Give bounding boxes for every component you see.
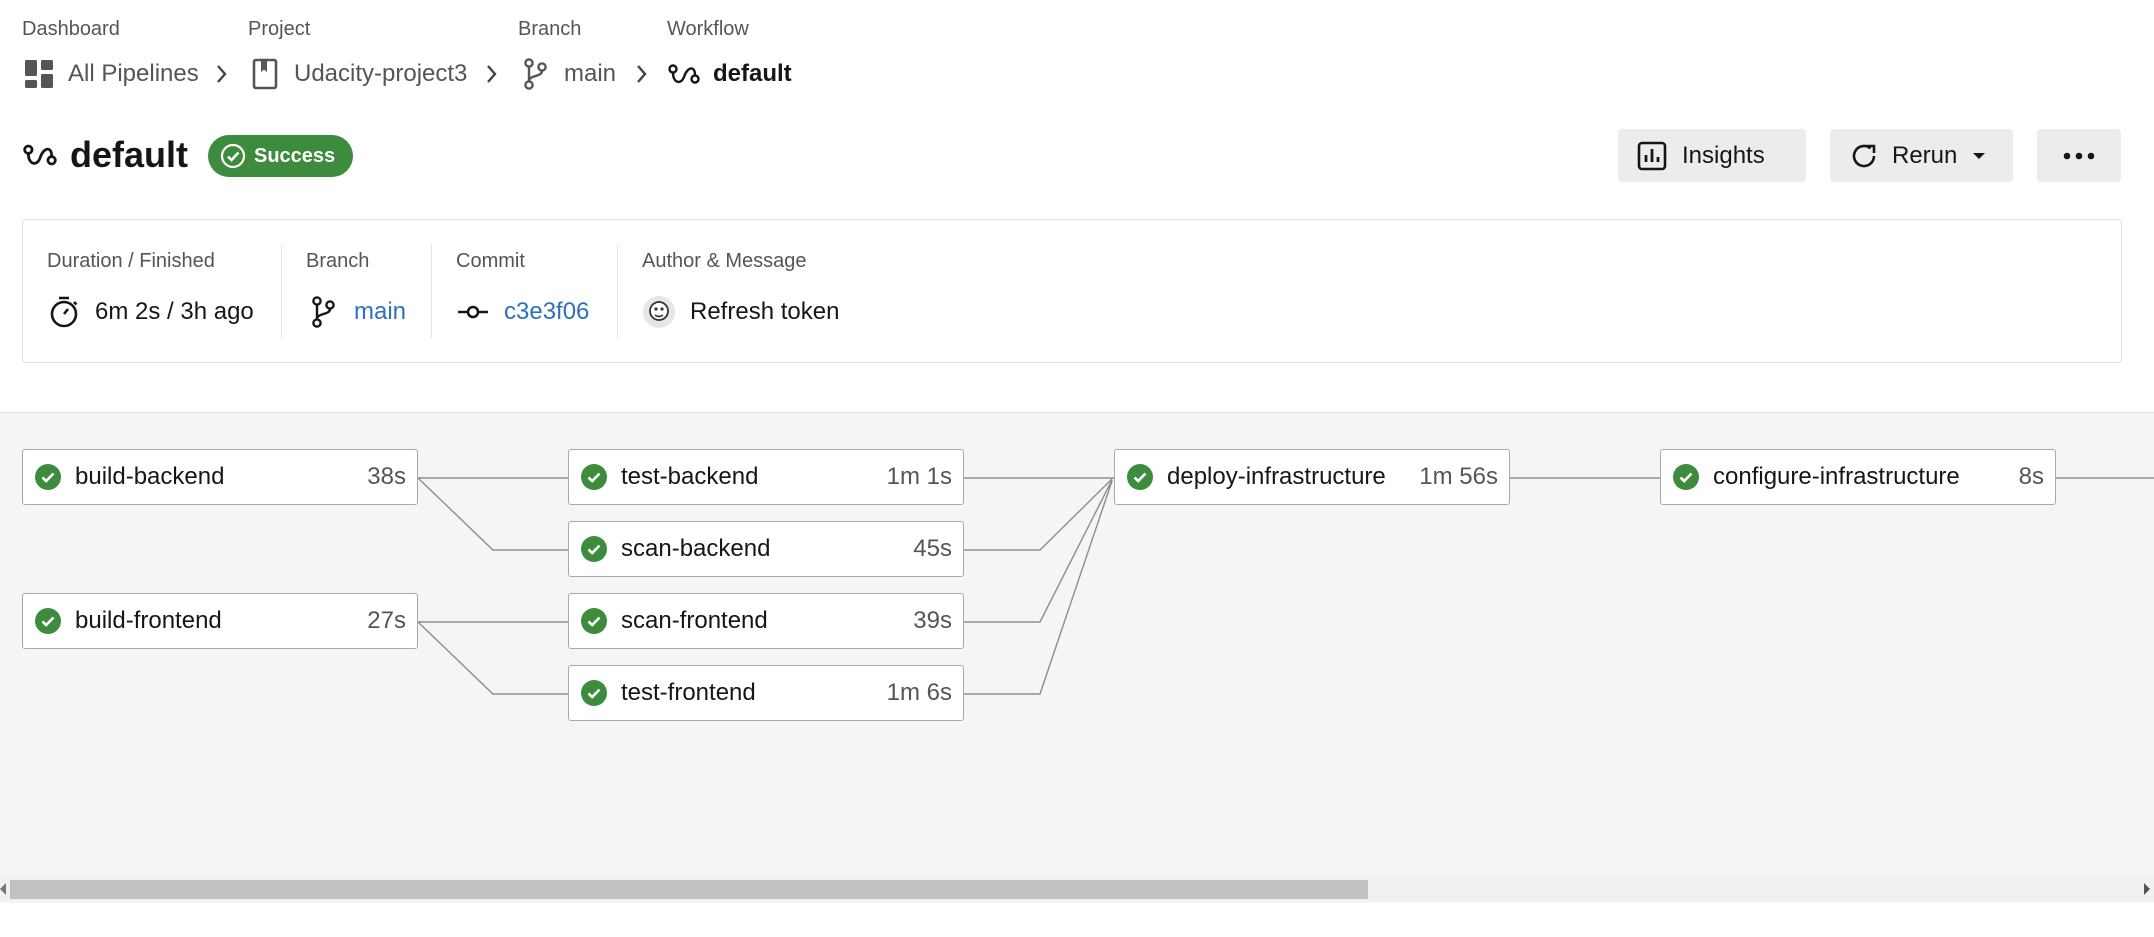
chevron-right-icon	[487, 65, 497, 83]
branch-icon	[518, 57, 552, 91]
job-build-backend[interactable]: build-backend 38s	[22, 449, 418, 505]
breadcrumb-label: default	[713, 60, 792, 87]
job-duration: 45s	[913, 535, 952, 562]
job-scan-backend[interactable]: scan-backend 45s	[568, 521, 964, 577]
insights-icon	[1637, 141, 1667, 170]
branch-label: Branch	[306, 250, 370, 272]
horizontal-scrollbar[interactable]	[0, 877, 2154, 901]
chevron-right-icon	[217, 65, 227, 83]
job-configure-infrastructure[interactable]: configure-infrastructure 8s	[1660, 449, 2056, 505]
author-message-label: Author & Message	[642, 250, 807, 272]
job-duration: 8s	[2018, 463, 2044, 490]
more-options-button[interactable]	[2037, 129, 2121, 182]
pipeline-summary-card: Duration / Finished 6m 2s / 3h ago Branc…	[22, 219, 2122, 363]
job-deploy-infrastructure[interactable]: deploy-infrastructure 1m 56s	[1114, 449, 1510, 505]
job-name: build-frontend	[75, 607, 222, 634]
success-check-icon	[581, 536, 607, 562]
job-test-frontend[interactable]: test-frontend 1m 6s	[568, 665, 964, 721]
timer-icon	[47, 295, 81, 329]
branch-link[interactable]: main	[306, 294, 406, 330]
job-duration: 38s	[367, 463, 406, 490]
breadcrumb-project[interactable]: Udacity-project3	[248, 56, 467, 92]
scroll-left-arrow-icon[interactable]	[0, 883, 6, 895]
success-check-icon	[581, 680, 607, 706]
commit-link[interactable]: c3e3f06	[456, 294, 589, 330]
job-name: build-backend	[75, 463, 225, 490]
breadcrumb-label: Udacity-project3	[294, 60, 468, 87]
check-circle-icon	[220, 143, 246, 169]
success-check-icon	[1673, 464, 1699, 490]
job-duration: 27s	[367, 607, 406, 634]
rerun-label: Rerun	[1892, 141, 1958, 169]
avatar	[642, 295, 676, 329]
more-horizontal-icon	[2063, 152, 2095, 159]
job-name: test-backend	[621, 463, 759, 490]
job-duration: 1m 1s	[886, 463, 952, 490]
workflow-title: default	[70, 134, 189, 175]
success-check-icon	[581, 464, 607, 490]
workflow-icon	[23, 144, 57, 166]
workflow-graph: build-backend 38s build-frontend 27s tes…	[0, 412, 2154, 903]
breadcrumb-heading-branch: Branch	[518, 18, 582, 40]
job-duration: 1m 56s	[1419, 463, 1498, 490]
insights-label: Insights	[1682, 141, 1765, 169]
breadcrumb-all-pipelines[interactable]: All Pipelines	[22, 56, 199, 92]
rerun-button[interactable]: Rerun	[1830, 129, 2013, 182]
duration-value: 6m 2s / 3h ago	[47, 294, 254, 330]
scrollbar-thumb[interactable]	[10, 880, 1368, 899]
breadcrumb-heading-workflow: Workflow	[667, 18, 749, 40]
success-check-icon	[581, 608, 607, 634]
job-scan-frontend[interactable]: scan-frontend 39s	[568, 593, 964, 649]
commit-label: Commit	[456, 250, 525, 272]
job-duration: 1m 6s	[886, 679, 952, 706]
breadcrumb-label: All Pipelines	[68, 60, 199, 87]
status-label: Success	[254, 144, 336, 167]
success-check-icon	[35, 608, 61, 634]
refresh-icon	[1852, 144, 1876, 167]
breadcrumb-label: main	[564, 60, 617, 87]
chevron-right-icon	[637, 65, 647, 83]
scroll-right-arrow-icon[interactable]	[2144, 883, 2150, 895]
commit-message: Refresh token	[642, 294, 839, 330]
status-badge: Success	[208, 135, 354, 177]
success-check-icon	[1127, 464, 1153, 490]
job-name: configure-infrastructure	[1713, 463, 1960, 490]
job-name: deploy-infrastructure	[1167, 463, 1386, 490]
job-name: scan-frontend	[621, 607, 768, 634]
workflow-icon	[667, 57, 701, 91]
branch-icon	[306, 295, 340, 329]
dashboard-icon	[22, 57, 56, 91]
breadcrumb-branch[interactable]: main	[518, 56, 616, 92]
breadcrumb-heading-project: Project	[248, 18, 311, 40]
job-name: scan-backend	[621, 535, 771, 562]
job-test-backend[interactable]: test-backend 1m 1s	[568, 449, 964, 505]
page-title: default	[22, 130, 188, 180]
insights-button[interactable]: Insights	[1618, 129, 1806, 182]
success-check-icon	[35, 464, 61, 490]
commit-icon	[456, 295, 490, 329]
job-duration: 39s	[913, 607, 952, 634]
breadcrumb-heading-dashboard: Dashboard	[22, 18, 120, 40]
breadcrumb-workflow[interactable]: default	[667, 56, 792, 92]
caret-down-icon	[1973, 152, 1986, 159]
job-name: test-frontend	[621, 679, 756, 706]
job-build-frontend[interactable]: build-frontend 27s	[22, 593, 418, 649]
duration-label: Duration / Finished	[47, 250, 215, 272]
project-icon	[248, 57, 282, 91]
